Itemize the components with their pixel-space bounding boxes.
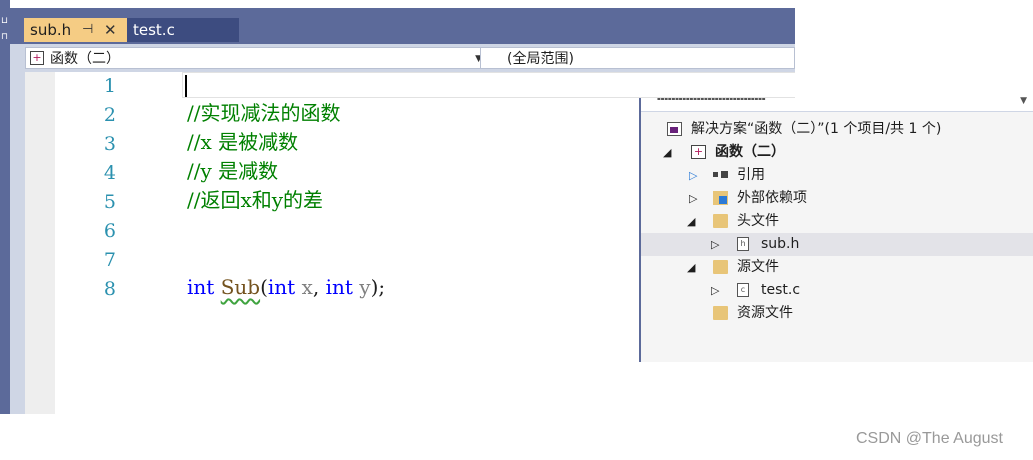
- tree-item-source-files[interactable]: ◢ 源文件: [641, 256, 1033, 279]
- tree-item-label: 解决方案“函数（二）”(1 个项目/共 1 个): [691, 121, 942, 137]
- project-icon: +: [30, 51, 44, 65]
- tab-test-c[interactable]: test.c: [127, 18, 239, 42]
- expand-arrow-icon[interactable]: ▷: [711, 279, 719, 302]
- left-toolbox-strip[interactable]: ⊔ ⊓: [0, 0, 10, 414]
- search-text-clipped: ╍╍╍╍╍╍╍╍╍╍╍╍╍╍╍: [657, 92, 766, 106]
- code-comment: //实现减法的函数: [187, 101, 341, 125]
- line-number: 4: [103, 162, 116, 184]
- tab-sub-h[interactable]: sub.h ⊣ ✕: [24, 18, 127, 42]
- tree-item-references[interactable]: ▷ 引用: [641, 164, 1033, 187]
- code-comment: //返回x和y的差: [187, 188, 324, 212]
- expand-arrow-icon[interactable]: ▷: [711, 233, 719, 256]
- punctuation: (: [260, 275, 268, 299]
- tree-item-label: 函数（二）: [715, 144, 785, 160]
- document-tab-bar: sub.h ⊣ ✕ test.c: [10, 8, 795, 44]
- external-deps-icon: [713, 191, 728, 205]
- editor-margin: [10, 72, 25, 414]
- chevron-down-icon[interactable]: ▼: [1020, 96, 1027, 106]
- expand-arrow-icon[interactable]: ▷: [689, 164, 697, 187]
- project-scope-dropdown[interactable]: + 函数（二） ▼: [25, 47, 487, 69]
- project-scope-label: 函数（二）: [50, 51, 120, 67]
- tree-item-external-deps[interactable]: ▷ 外部依赖项: [641, 187, 1033, 210]
- tree-item-label: sub.h: [761, 236, 800, 252]
- tree-item-label: 源文件: [737, 259, 779, 275]
- parameter: x: [301, 275, 313, 299]
- tree-item-header-files[interactable]: ◢ 头文件: [641, 210, 1033, 233]
- close-icon[interactable]: ✕: [104, 18, 117, 42]
- punctuation: ,: [312, 275, 326, 299]
- text-caret: [185, 75, 187, 97]
- code-comment: //x 是被减数: [187, 130, 299, 154]
- global-scope-label: (全局范围): [507, 51, 574, 67]
- tab-label: sub.h: [30, 21, 72, 39]
- pin-icon[interactable]: ⊣: [82, 18, 93, 42]
- code-comment: //y 是减数: [187, 159, 279, 183]
- header-file-icon: h: [737, 237, 749, 251]
- navigation-bar: + 函数（二） ▼ (全局范围): [10, 44, 795, 72]
- collapse-arrow-icon[interactable]: ◢: [663, 141, 671, 164]
- toolbox-glyph: ⊓: [1, 32, 9, 42]
- tree-item-test-c[interactable]: ▷ c test.c: [641, 279, 1033, 302]
- function-name: Sub: [220, 275, 261, 299]
- code-line-declaration: int Sub(int x, int y);: [187, 273, 385, 302]
- tree-item-label: 资源文件: [737, 305, 793, 321]
- references-icon: [713, 168, 728, 182]
- solution-explorer: ╍╍╍╍╍╍╍╍╍╍╍╍╍╍╍ ▼ 解决方案“函数（二）”(1 个项目/共 1 …: [639, 92, 1033, 362]
- keyword: int: [187, 275, 215, 299]
- solution-search-box[interactable]: ╍╍╍╍╍╍╍╍╍╍╍╍╍╍╍ ▼: [641, 92, 1033, 112]
- folder-icon: [713, 214, 728, 228]
- toolbox-glyph: ⊔: [1, 16, 9, 26]
- tree-item-sub-h[interactable]: ▷ h sub.h: [641, 233, 1033, 256]
- tree-item-label: 引用: [737, 167, 765, 183]
- tree-item-label: test.c: [761, 282, 801, 298]
- line-number: 7: [103, 249, 116, 271]
- solution-icon: [667, 122, 682, 136]
- tree-item-project[interactable]: ◢ + 函数（二）: [641, 141, 1033, 164]
- line-number: 3: [103, 133, 116, 155]
- line-number-gutter: [25, 72, 55, 414]
- expand-arrow-icon[interactable]: ▷: [689, 187, 697, 210]
- line-number: 8: [103, 278, 116, 300]
- folder-icon: [713, 260, 728, 274]
- parameter: y: [359, 275, 371, 299]
- project-icon: +: [691, 145, 706, 159]
- folder-icon: [713, 306, 728, 320]
- c-file-icon: c: [737, 283, 749, 297]
- tree-item-solution[interactable]: 解决方案“函数（二）”(1 个项目/共 1 个): [641, 118, 1033, 141]
- tree-item-label: 外部依赖项: [737, 190, 807, 206]
- tree-item-label: 头文件: [737, 213, 779, 229]
- keyword: int: [325, 275, 353, 299]
- tree-item-resource-files[interactable]: 资源文件: [641, 302, 1033, 325]
- global-scope-dropdown[interactable]: (全局范围): [480, 47, 795, 69]
- top-strip: [10, 0, 795, 8]
- watermark: CSDN @The August: [856, 430, 1003, 447]
- collapse-arrow-icon[interactable]: ◢: [687, 210, 695, 233]
- punctuation: );: [370, 275, 386, 299]
- line-number: 5: [103, 191, 116, 213]
- keyword: int: [267, 275, 296, 299]
- line-number: 1: [103, 75, 116, 97]
- line-number: 2: [103, 104, 116, 126]
- collapse-arrow-icon[interactable]: ◢: [687, 256, 695, 279]
- line-number: 6: [103, 220, 116, 242]
- tab-label: test.c: [133, 21, 175, 39]
